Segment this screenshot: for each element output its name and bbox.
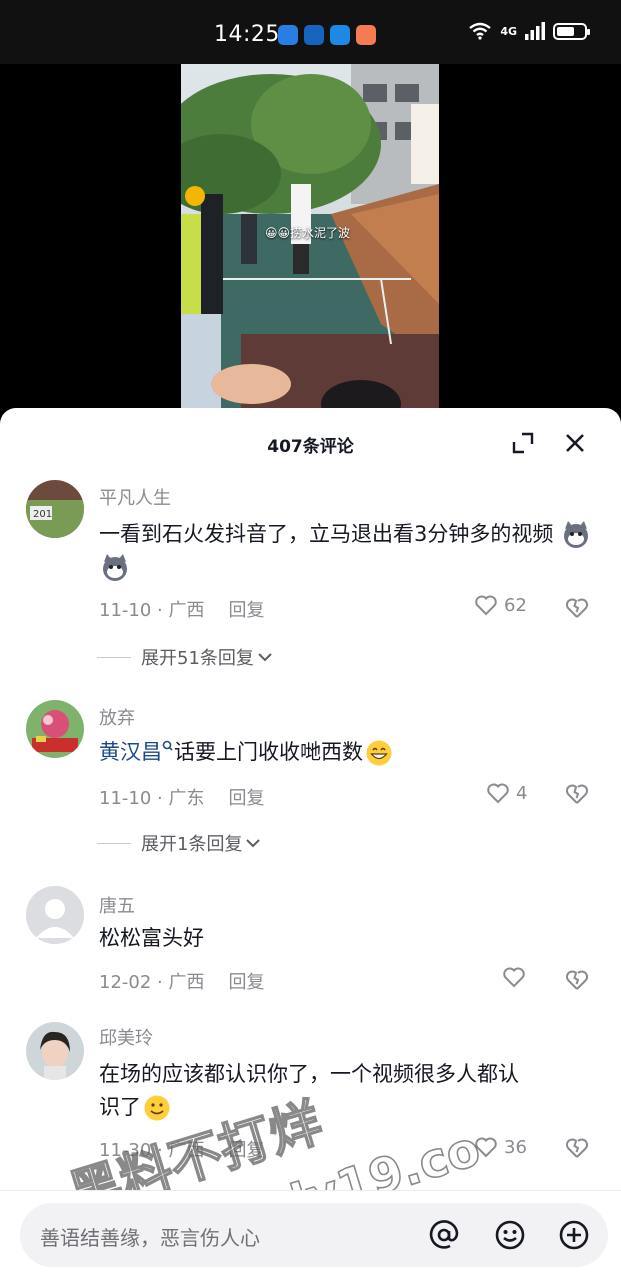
like-button[interactable]: 36 (474, 1136, 527, 1158)
heart-icon (475, 595, 497, 616)
mention-link[interactable]: 黄汉昌 (99, 740, 162, 764)
avatar[interactable] (26, 700, 84, 758)
comment-text: 在场的应该都认识你了，一个视频很多人都认 识了 (99, 1058, 599, 1124)
mention-icon[interactable] (428, 1219, 460, 1251)
heart-icon (503, 967, 525, 988)
like-button[interactable] (502, 966, 532, 988)
chevron-down-icon (246, 839, 261, 848)
comment-date-location: 11-10 · 广西 (99, 600, 205, 621)
reply-button[interactable]: 回复 (228, 972, 264, 993)
comment-body: 松松富头好 (99, 926, 204, 950)
chevron-down-icon (258, 653, 272, 662)
video-caption: 😀😀捞水泥了波 (265, 226, 351, 240)
heart-icon (487, 783, 509, 804)
video-frame[interactable]: 😀😀捞水泥了波 (181, 64, 439, 414)
heart-icon (475, 1137, 497, 1158)
comment-meta: 11-30 · 广西 回复 (99, 1136, 264, 1162)
close-icon[interactable] (562, 430, 588, 456)
reply-button[interactable]: 回复 (228, 788, 264, 809)
network-type-label: 4G (500, 24, 517, 38)
broken-heart-icon[interactable] (565, 968, 589, 992)
comment-date-location: 11-30 · 广西 (99, 1140, 205, 1161)
broken-heart-icon[interactable] (565, 596, 589, 620)
broken-heart-icon[interactable] (565, 1136, 589, 1160)
default-avatar-icon (26, 886, 84, 944)
svg-text:201: 201 (33, 509, 52, 520)
expand-replies-button[interactable]: 展开1条回复 (97, 830, 262, 856)
comment-input-bar: 善语结善缘，恶言伤人心 (0, 1190, 621, 1281)
comment-body-line-1: 在场的应该都认识你了，一个视频很多人都认 (99, 1062, 519, 1086)
comments-panel: 407条评论 201 平凡人生 一看到石火发抖音了，立马退出看3分钟多的视频 1… (0, 408, 621, 1280)
globe-app-icon (330, 25, 350, 45)
signal-icon (525, 22, 545, 40)
grin-emoji-icon (366, 740, 392, 766)
avatar[interactable] (26, 1022, 84, 1080)
like-button[interactable]: 62 (474, 594, 527, 616)
comment-date-location: 11-10 · 广东 (99, 788, 205, 809)
comment-body-line-2: 识了 (99, 1091, 599, 1124)
expand-replies-button[interactable]: 展开51条回复 (97, 644, 274, 670)
comment-body: 话要上门收收哋西数 (174, 740, 363, 764)
battery-level-fill (557, 26, 574, 36)
comment-author[interactable]: 平凡人生 (99, 484, 171, 510)
cat-emoji-icon (564, 521, 589, 548)
comment-author[interactable]: 唐五 (99, 892, 135, 918)
smile-emoji-icon (144, 1095, 170, 1121)
reply-button[interactable]: 回复 (228, 600, 264, 621)
comment-meta: 11-10 · 广西 回复 (99, 596, 264, 622)
like-button[interactable]: 4 (486, 782, 527, 804)
comment-body-line-2-text: 识了 (99, 1095, 141, 1119)
wifi-icon (469, 22, 492, 40)
shield-app-icon (278, 25, 298, 45)
avatar[interactable] (26, 886, 84, 944)
comment-author[interactable]: 邱美玲 (99, 1024, 153, 1050)
message-app-icon (356, 25, 376, 45)
comment-text: 松松富头好 (99, 922, 599, 955)
comment-meta: 11-10 · 广东 回复 (99, 784, 264, 810)
like-count: 36 (504, 1136, 527, 1158)
broken-heart-icon[interactable] (565, 782, 589, 806)
comment-text: 黄汉昌 话要上门收收哋西数 (99, 736, 599, 769)
emoji-icon[interactable] (494, 1219, 526, 1251)
status-time: 14:25 (214, 22, 280, 47)
comments-header: 407条评论 (0, 408, 621, 478)
comment-input[interactable]: 善语结善缘，恶言伤人心 (20, 1203, 608, 1267)
video-player[interactable]: 😀😀捞水泥了波 (0, 64, 621, 414)
like-count: 4 (516, 782, 528, 804)
comment-text: 一看到石火发抖音了，立马退出看3分钟多的视频 (99, 518, 599, 584)
comment-input-placeholder: 善语结善缘，恶言伤人心 (40, 1226, 260, 1250)
comment-meta: 12-02 · 广西 回复 (99, 968, 264, 994)
comment-author[interactable]: 放弃 (99, 704, 135, 730)
status-bar: 14:25 4G (0, 0, 621, 64)
add-icon[interactable] (558, 1219, 590, 1251)
expand-replies-label: 展开51条回复 (141, 648, 254, 669)
reply-button[interactable]: 回复 (228, 1140, 264, 1161)
search-icon (162, 740, 173, 751)
comment-body: 一看到石火发抖音了，立马退出看3分钟多的视频 (99, 522, 554, 546)
expand-replies-label: 展开1条回复 (141, 834, 243, 855)
avatar[interactable]: 201 (26, 480, 84, 538)
cat-emoji-icon (103, 554, 127, 581)
fullscreen-expand-icon[interactable] (510, 430, 536, 456)
like-count: 62 (504, 594, 527, 616)
comment-date-location: 12-02 · 广西 (99, 972, 205, 993)
arrow-app-icon (304, 25, 324, 45)
battery-icon (553, 22, 590, 40)
